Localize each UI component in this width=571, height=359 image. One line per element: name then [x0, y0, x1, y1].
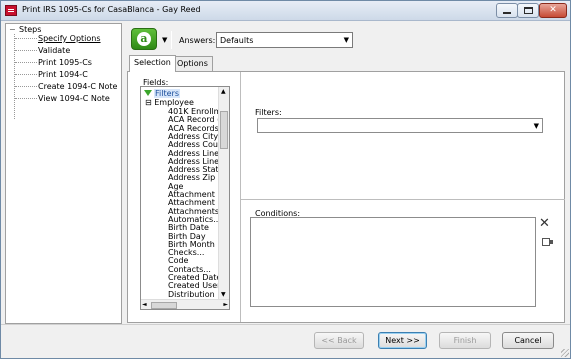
wizard-window: Print IRS 1095-Cs for CasaBlanca - Gay R…	[0, 0, 571, 359]
scroll-up-icon[interactable]: ▲	[221, 88, 226, 95]
tree-line	[15, 86, 37, 87]
window-title: Print IRS 1095-Cs for CasaBlanca - Gay R…	[22, 5, 201, 14]
answers-value: Defaults	[220, 36, 254, 45]
scroll-down-icon[interactable]: ▼	[221, 291, 226, 298]
app-icon	[5, 5, 17, 16]
scroll-thumb[interactable]	[220, 111, 228, 149]
tree-line	[14, 34, 15, 119]
close-icon: ✕	[549, 5, 557, 15]
footer-divider	[1, 324, 570, 325]
toolbar-separator	[171, 31, 172, 49]
main-panel: a ▼ Answers: Defaults ▼ Selection Option…	[124, 23, 565, 324]
conditions-box[interactable]	[250, 217, 536, 307]
fields-horizontal-scrollbar[interactable]: ◄ ►	[141, 299, 229, 309]
close-button[interactable]: ✕	[539, 3, 567, 18]
cancel-button[interactable]: Cancel	[502, 332, 554, 349]
step-specify-options[interactable]: Specify Options	[38, 34, 101, 43]
tree-line	[15, 74, 37, 75]
step-print-1094c[interactable]: Print 1094-C	[38, 70, 88, 79]
tab-options[interactable]: Options	[172, 56, 213, 71]
tree-node-employee[interactable]: ⊟ Employee	[145, 98, 194, 107]
step-validate[interactable]: Validate	[38, 46, 70, 55]
step-view-1094c-note[interactable]: View 1094-C Note	[38, 94, 110, 103]
filters-label: Filters:	[255, 108, 282, 117]
finish-button[interactable]: Finish	[439, 332, 491, 349]
steps-panel: − Steps Specify Options Validate Print 10…	[5, 23, 122, 324]
x-icon[interactable]: ✕	[539, 217, 550, 230]
tab-selection[interactable]: Selection	[129, 55, 176, 72]
maximize-icon	[523, 7, 533, 14]
minimize-icon	[503, 12, 511, 14]
minimize-button[interactable]	[496, 3, 518, 18]
filter-icon	[144, 90, 152, 96]
caret-down-icon[interactable]: ▼	[162, 36, 167, 44]
selection-panel: Fields: Filters ⊟ Employee 401K Enrollme…	[127, 71, 565, 323]
tree-line	[15, 62, 37, 63]
aatrix-logo-button[interactable]: a	[131, 28, 157, 50]
collapse-icon[interactable]: ⊟	[145, 98, 154, 107]
answers-dropdown[interactable]: Defaults ▼	[216, 32, 353, 48]
fields-vertical-scrollbar[interactable]: ▲ ▼	[218, 87, 229, 299]
scroll-right-icon[interactable]: ►	[223, 301, 228, 308]
step-print-1095cs[interactable]: Print 1095-Cs	[38, 58, 92, 67]
tree-node-filters[interactable]: Filters	[144, 89, 180, 98]
back-button[interactable]: << Back	[314, 332, 364, 349]
title-bar[interactable]: Print IRS 1095-Cs for CasaBlanca - Gay R…	[1, 1, 570, 21]
collapse-icon[interactable]: −	[9, 25, 19, 34]
steps-root[interactable]: − Steps	[9, 25, 41, 34]
step-create-1094c-note[interactable]: Create 1094-C Note	[38, 82, 117, 91]
chevron-down-icon: ▼	[533, 122, 539, 130]
fields-tree[interactable]: Filters ⊟ Employee 401K Enrollment ACA Re…	[140, 86, 230, 310]
resize-grip[interactable]	[561, 349, 569, 357]
tree-line	[15, 50, 37, 51]
scroll-thumb[interactable]	[151, 302, 177, 309]
vertical-splitter[interactable]	[240, 72, 241, 322]
chevron-down-icon: ▼	[343, 36, 349, 44]
tree-line	[15, 98, 37, 99]
next-button[interactable]: Next >>	[378, 332, 427, 349]
maximize-button[interactable]	[517, 3, 539, 18]
logo-icon: a	[137, 32, 151, 46]
horizontal-splitter[interactable]	[241, 199, 565, 200]
answers-label: Answers:	[179, 36, 216, 45]
filters-dropdown[interactable]: ▼	[257, 118, 543, 133]
tree-line	[15, 38, 37, 39]
panel-icon[interactable]	[542, 238, 553, 246]
scroll-left-icon[interactable]: ◄	[142, 301, 147, 308]
